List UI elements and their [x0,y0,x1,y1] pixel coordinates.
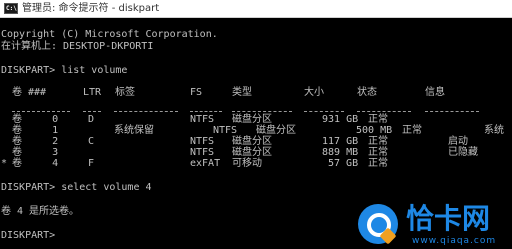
cell-ltr: D [88,114,95,125]
cell-volume: 卷 4 [12,158,59,169]
cell-info: 已隐藏 [448,147,478,158]
watermark-url: www.qiaqa.com [412,236,497,246]
separator [357,111,411,113]
cell-ltr: F [88,158,95,169]
separator [232,111,292,113]
watermark-logo: 恰卡网 www.qiaqa.com [352,200,512,249]
cell-info: 系统 [484,125,504,136]
header-size: 大小 [304,87,324,98]
cell-status: 正常 [368,158,388,169]
selection-marker: * [1,158,8,169]
cell-fs: NTFS [190,114,215,125]
header-type: 类型 [232,87,252,98]
header-fs: FS [190,87,203,98]
watermark-brand: 恰卡网 [406,202,491,235]
separator [425,111,479,113]
cell-ltr: C [88,136,95,147]
result-line: 卷 4 是所选卷。 [1,206,80,217]
cell-size: 931 GB [322,114,359,125]
cell-size: 57 GB [328,158,359,169]
cmd-icon: C:\ [4,3,18,14]
computer-line: 在计算机上: DESKTOP-DKPORTI [1,41,154,52]
separator [83,111,101,113]
header-status: 状态 [357,87,377,98]
header-ltr: LTR [83,87,102,98]
title-bar: C:\ 管理员: 命令提示符 - diskpart [0,0,512,18]
command-select-volume: DISKPART> select volume 4 [1,182,152,193]
separator [304,111,344,113]
separator [114,111,178,113]
separator [12,111,70,113]
command-prompt[interactable]: DISKPART> [1,230,61,242]
copyright-line: Copyright (C) Microsoft Corporation. [1,29,218,40]
cell-status: 正常 [402,125,422,136]
separator [190,111,222,113]
cell-fs: exFAT [190,158,221,169]
header-info: 信息 [425,87,445,98]
command-list-volume: DISKPART> list volume [1,65,128,76]
header-volume: 卷 ### [12,87,47,98]
header-label: 标签 [115,87,135,98]
cell-type: 可移动 [232,158,262,169]
window-title: 管理员: 命令提示符 - diskpart [22,3,160,14]
cell-label: 系统保留 [114,125,154,136]
